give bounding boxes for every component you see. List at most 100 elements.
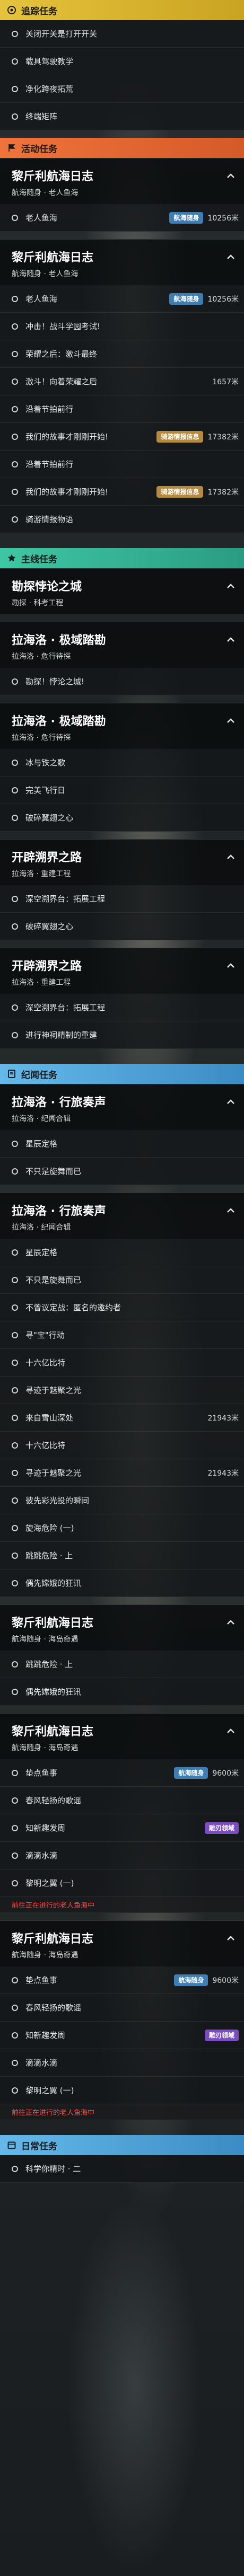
quest-row[interactable]: 我们的故事才刚刚开始! 骑游情报信息 17382米	[0, 423, 244, 451]
quest-label: 知新趣发周	[25, 2031, 66, 2040]
quest-group-subtitle: 航海随身 · 老人鱼海	[12, 189, 79, 197]
quest-row[interactable]: 冲击！战斗学园考试!	[0, 313, 244, 340]
quest-distance: 10256米	[207, 214, 239, 223]
quest-row[interactable]: 深空溯界台：拓展工程	[0, 885, 244, 913]
quest-row[interactable]: 跳跳危险 · 上	[0, 1542, 244, 1569]
flag-icon	[6, 143, 17, 153]
quest-group-header[interactable]: 拉海洛 · 行旅奏声 拉海洛 · 纪闻合辑	[0, 1193, 244, 1239]
chevron-up-icon[interactable]	[225, 634, 237, 646]
quest-row[interactable]: 黎明之翼 (一)	[0, 1869, 244, 1897]
section-header-events[interactable]: 活动任务	[0, 138, 244, 158]
chevron-up-icon[interactable]	[225, 960, 237, 972]
quest-row[interactable]: 骑游情报物语	[0, 506, 244, 533]
quest-row[interactable]: 破碎翼翅之心	[0, 804, 244, 832]
quest-row[interactable]: 寻迹于魅聚之光 21943米	[0, 1459, 244, 1487]
quest-row[interactable]: 载具驾驶教学	[0, 48, 244, 75]
quest-label: 十六亿比特	[25, 1441, 66, 1450]
quest-row[interactable]: 偶先嫦娥的狂讯	[0, 1678, 244, 1706]
quest-row[interactable]: 老人鱼海 航海随身 10256米	[0, 204, 244, 232]
quest-row[interactable]: 勘探！悖论之城!	[0, 668, 244, 695]
quest-row[interactable]: 不只是旋舞而已	[0, 1266, 244, 1294]
quest-row[interactable]: 十六亿比特	[0, 1349, 244, 1377]
quest-row[interactable]: 彼先彩光投的瞬间	[0, 1487, 244, 1514]
quest-group-header[interactable]: 黎斤利航海日志航海随身 · 海岛奇遇	[0, 1920, 244, 1966]
quest-row[interactable]: 完美飞行日	[0, 777, 244, 804]
section-title: 日常任务	[21, 2141, 57, 2152]
quest-group-header[interactable]: 拉海洛 · 行旅奏声 拉海洛 · 纪闻合辑	[0, 1084, 244, 1130]
quest-row[interactable]: 知新趣发周 雕刃领域	[0, 1814, 244, 1842]
quest-row[interactable]: 深空溯界台：拓展工程	[0, 994, 244, 1021]
quest-group-subtitle: 航海随身 · 海岛奇遇	[12, 1951, 79, 1960]
chevron-up-icon[interactable]	[225, 580, 237, 592]
section-header-daily[interactable]: 日常任务	[0, 2135, 244, 2155]
quest-row[interactable]: 垫点鱼事 航海随身 9600米	[0, 1759, 244, 1787]
quest-row[interactable]: 黎明之翼 (一)	[0, 2077, 244, 2104]
quest-bullet-icon	[12, 1769, 18, 1776]
chevron-up-icon[interactable]	[225, 1096, 237, 1108]
quest-row[interactable]: 寻"宝"行动	[0, 1321, 244, 1349]
quest-row[interactable]: 垫点鱼事 航海随身 9600米	[0, 1966, 244, 1994]
quest-row[interactable]: 旋海危险 (一)	[0, 1514, 244, 1542]
quest-row[interactable]: 星辰定格	[0, 1239, 244, 1266]
quest-group-title: 黎斤利航海日志	[12, 1933, 94, 1946]
quest-row[interactable]: 沿着节拍前行	[0, 395, 244, 423]
quest-row[interactable]: 激斗！向着荣耀之后 1657米	[0, 368, 244, 395]
quest-row[interactable]: 冰与铁之歌	[0, 749, 244, 777]
quest-group-header[interactable]: 黎斤利航海日志 航海随身 · 老人鱼海	[0, 158, 244, 204]
section-header-legend[interactable]: 纪闻任务	[0, 1064, 244, 1084]
chevron-up-icon[interactable]	[225, 1205, 237, 1216]
chevron-up-icon[interactable]	[225, 1617, 237, 1628]
quest-distance: 17382米	[207, 488, 239, 497]
quest-bullet-icon	[12, 2032, 18, 2039]
quest-row[interactable]: 科学你精时 · 二	[0, 2155, 244, 2183]
quest-row[interactable]: 春风轻扬的歌谣	[0, 1787, 244, 1814]
chevron-up-icon[interactable]	[225, 1725, 237, 1737]
quest-group-title: 开辟溯界之路	[12, 851, 82, 864]
quest-group-header[interactable]: 拉海洛 · 极域踏勘 拉海洛 · 危行待探	[0, 622, 244, 668]
quest-label: 沿着节拍前行	[25, 460, 74, 469]
chevron-up-icon[interactable]	[225, 251, 237, 263]
chevron-up-icon[interactable]	[225, 851, 237, 863]
quest-row[interactable]: 十六亿比特	[0, 1432, 244, 1459]
chevron-up-icon[interactable]	[225, 170, 237, 182]
quest-row[interactable]: 老人鱼海 航海随身 10256米	[0, 285, 244, 313]
quest-group-header[interactable]: 黎斤利航海日志 航海随身 · 海岛奇遇	[0, 1713, 244, 1759]
quest-group-header[interactable]: 开辟溯界之路 拉海洛 · 重建工程	[0, 839, 244, 885]
quest-row[interactable]: 偶先嫦娥的狂讯	[0, 1569, 244, 1597]
quest-group-header[interactable]: 黎斤利航海日志 航海随身 · 老人鱼海	[0, 239, 244, 285]
quest-row[interactable]: 不曾议定战：匿名的邀约者	[0, 1294, 244, 1321]
quest-row[interactable]: 跳跳危险 · 上	[0, 1651, 244, 1678]
quest-row[interactable]: 星辰定格	[0, 1130, 244, 1158]
quest-row[interactable]: 春风轻扬的歌谣	[0, 1994, 244, 2022]
quest-bullet-icon	[12, 814, 18, 821]
quest-row[interactable]: 寻迹于魅聚之光	[0, 1377, 244, 1404]
quest-group-header[interactable]: 勘探悖论之城 勘探 · 科考工程	[0, 568, 244, 614]
quest-group-subtitle: 勘探 · 科考工程	[12, 599, 64, 607]
chevron-up-icon[interactable]	[225, 715, 237, 727]
quest-row[interactable]: 滴滴水滴	[0, 1842, 244, 1869]
quest-row[interactable]: 沿着节拍前行	[0, 451, 244, 478]
section-header-main[interactable]: 主线任务	[0, 548, 244, 568]
chevron-up-icon[interactable]	[225, 1933, 237, 1944]
quest-label: 星辰定格	[25, 1139, 58, 1149]
quest-group-subtitle: 拉海洛 · 危行待探	[12, 734, 71, 742]
quest-row[interactable]: 荣耀之后：激斗最终	[0, 340, 244, 368]
quest-row[interactable]: 关闭开关是打开开关	[0, 20, 244, 48]
quest-row[interactable]: 进行神祠精制的重建	[0, 1021, 244, 1049]
quest-group-header[interactable]: 黎斤利航海日志 航海随身 · 海岛奇遇	[0, 1604, 244, 1651]
quest-group-title: 拉海洛 · 极域踏勘	[12, 634, 106, 647]
quest-row[interactable]: 终端矩阵	[0, 103, 244, 130]
quest-row[interactable]: 不只是旋舞而已	[0, 1158, 244, 1185]
section-header-tracking[interactable]: 追踪任务	[0, 0, 244, 20]
quest-row[interactable]: 滴滴水滴	[0, 2049, 244, 2077]
quest-row[interactable]: 来自雪山深处 21943米	[0, 1404, 244, 1432]
quest-row[interactable]: 知新趣发周 雕刃领域	[0, 2022, 244, 2049]
quest-group-header[interactable]: 拉海洛 · 极域踏勘 拉海洛 · 危行待探	[0, 703, 244, 749]
quest-row[interactable]: 净化跨夜拓荒	[0, 75, 244, 103]
quest-row[interactable]: 破碎翼翅之心	[0, 913, 244, 940]
quest-row[interactable]: 我们的故事才刚刚开始! 骑游情报信息 17382米	[0, 478, 244, 506]
quest-group-header[interactable]: 开辟溯界之路 拉海洛 · 重建工程	[0, 948, 244, 994]
